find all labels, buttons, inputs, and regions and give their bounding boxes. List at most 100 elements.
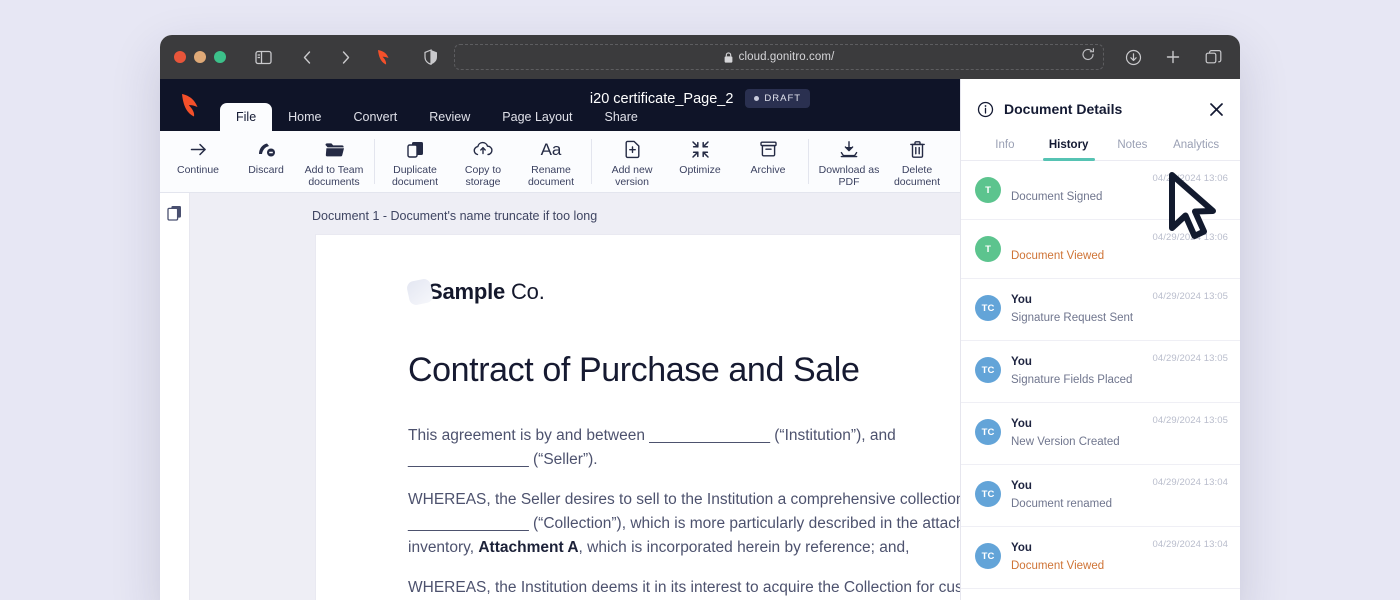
archive-icon: [759, 139, 778, 159]
tab-notes[interactable]: Notes: [1101, 131, 1165, 160]
document-logo: Sample Co.: [408, 279, 1026, 305]
pages-thumbnail-icon[interactable]: [167, 205, 182, 226]
browser-window: cloud.gonitro.com/: [160, 35, 1240, 600]
privacy-shield-icon[interactable]: [418, 44, 444, 70]
document-paragraph-5: inventory, Attachment A, which is incorp…: [408, 536, 1026, 560]
history-timestamp: 04/29/2024 13:05: [1152, 353, 1228, 364]
history-item[interactable]: T 04/29/2024 13:06 Document Signed: [961, 161, 1240, 220]
delete-document-label: Delete document: [883, 164, 951, 188]
history-item[interactable]: T 04/29/2024 13:06 Document Viewed: [961, 220, 1240, 279]
history-timestamp: 04/29/2024 13:05: [1152, 415, 1228, 426]
add-new-version-button[interactable]: Add new version: [598, 131, 666, 192]
copy-to-storage-button[interactable]: Copy to storage: [449, 131, 517, 192]
ribbon-tab-review[interactable]: Review: [413, 103, 486, 131]
close-window-button[interactable]: [174, 51, 186, 63]
forward-arrow-icon[interactable]: [332, 44, 358, 70]
history-item[interactable]: TC 04/29/2024 13:05 You New Version Crea…: [961, 403, 1240, 465]
history-action: Document Viewed: [1011, 560, 1104, 572]
maximize-window-button[interactable]: [214, 51, 226, 63]
ribbon-tab-page-layout[interactable]: Page Layout: [486, 103, 588, 131]
details-panel-header: Document Details: [961, 87, 1240, 131]
history-timestamp: 04/29/2024 13:06: [1152, 173, 1228, 184]
download-as-pdf-button[interactable]: Download as PDF: [815, 131, 883, 192]
copy-to-storage-label: Copy to storage: [449, 164, 517, 188]
toolbar-divider: [374, 139, 375, 184]
inventory-post: , which is incorporated herein by refere…: [579, 539, 910, 556]
toolbar-group-4: Download as PDF Delete document: [815, 131, 951, 192]
ribbon-tab-convert[interactable]: Convert: [338, 103, 414, 131]
archive-button[interactable]: Archive: [734, 131, 802, 192]
history-item[interactable]: TC 04/29/2024 13:04 You Document Viewed: [961, 527, 1240, 589]
history-item[interactable]: TC 04/29/2024 13:04 You Document renamed: [961, 465, 1240, 527]
rename-document-button[interactable]: Aa Rename document: [517, 131, 585, 192]
document-heading: Contract of Purchase and Sale: [408, 351, 1026, 390]
ribbon-tab-home[interactable]: Home: [272, 103, 337, 131]
history-action: Signature Request Sent: [1011, 312, 1133, 324]
toolbar-group-1: Continue Discard Add to Team do: [164, 131, 368, 192]
screenshot-root: cloud.gonitro.com/: [0, 0, 1400, 600]
download-icon[interactable]: [1120, 44, 1146, 70]
tab-label: History: [1049, 139, 1089, 151]
tab-history[interactable]: History: [1037, 131, 1101, 160]
arrow-right-icon: [189, 139, 208, 159]
status-badge: DRAFT: [745, 89, 810, 108]
add-new-version-label: Add new version: [598, 164, 666, 188]
history-action: Signature Fields Placed: [1011, 374, 1132, 386]
ribbon-tab-share[interactable]: Share: [588, 103, 653, 131]
cloud-upload-icon: [472, 139, 494, 159]
continue-label: Continue: [177, 164, 219, 176]
window-traffic-lights[interactable]: [174, 51, 226, 63]
lock-icon: [724, 52, 733, 63]
status-dot-icon: [754, 96, 759, 101]
tab-label: Analytics: [1173, 139, 1219, 151]
duplicate-document-label: Duplicate document: [381, 164, 449, 188]
delete-document-button[interactable]: Delete document: [883, 131, 951, 192]
discard-label: Discard: [248, 164, 284, 176]
toolbar-group-2: Duplicate document Copy to storage Aa: [381, 131, 585, 192]
history-timestamp: 04/29/2024 13:05: [1152, 291, 1228, 302]
document-details-panel: Document Details Info History Notes Anal…: [960, 79, 1240, 600]
optimize-button[interactable]: Optimize: [666, 131, 734, 192]
continue-button[interactable]: Continue: [164, 131, 232, 192]
history-list[interactable]: T 04/29/2024 13:06 Document Signed T 04/…: [961, 161, 1240, 600]
brand-rest: Co.: [505, 279, 545, 304]
history-action: Document Viewed: [1011, 250, 1104, 262]
back-arrow-icon[interactable]: [294, 44, 320, 70]
sample-co-wordmark: Sample Co.: [428, 279, 545, 305]
nitro-logo-icon[interactable]: [160, 79, 220, 131]
nitro-favicon[interactable]: [370, 44, 396, 70]
add-to-team-documents-button[interactable]: Add to Team documents: [300, 131, 368, 192]
optimize-label: Optimize: [679, 164, 720, 176]
sidebar-toggle-icon[interactable]: [250, 44, 276, 70]
tab-analytics[interactable]: Analytics: [1164, 131, 1228, 160]
discard-button[interactable]: Discard: [232, 131, 300, 192]
history-item[interactable]: TC 04/29/2024 13:04 You Document Uploade…: [961, 589, 1240, 600]
document-paragraph-3: WHEREAS, the Seller desires to sell to t…: [408, 488, 1026, 512]
history-action: Document Signed: [1011, 191, 1102, 203]
brand-bold: Sample: [428, 279, 505, 304]
optimize-icon: [691, 139, 710, 159]
history-item[interactable]: TC 04/29/2024 13:05 You Signature Fields…: [961, 341, 1240, 403]
ribbon-tab-label: Share: [604, 110, 637, 124]
folder-icon: [324, 139, 345, 159]
add-to-team-documents-label: Add to Team documents: [300, 164, 368, 188]
avatar: T: [975, 177, 1001, 203]
duplicate-document-button[interactable]: Duplicate document: [381, 131, 449, 192]
details-tab-list: Info History Notes Analytics: [961, 131, 1240, 161]
close-icon[interactable]: [1209, 102, 1224, 117]
toolbar-divider: [808, 139, 809, 184]
avatar: TC: [975, 295, 1001, 321]
reload-icon[interactable]: [1081, 48, 1095, 67]
ribbon-tab-file[interactable]: File: [220, 103, 272, 131]
url-text-wrap: cloud.gonitro.com/: [724, 51, 835, 63]
tab-label: Notes: [1117, 139, 1147, 151]
minimize-window-button[interactable]: [194, 51, 206, 63]
tab-info[interactable]: Info: [973, 131, 1037, 160]
plus-icon[interactable]: [1160, 44, 1186, 70]
inventory-pre: inventory,: [408, 539, 478, 556]
history-item[interactable]: TC 04/29/2024 13:05 You Signature Reques…: [961, 279, 1240, 341]
tab-overview-icon[interactable]: [1200, 44, 1226, 70]
history-action: New Version Created: [1011, 436, 1120, 448]
document-paragraph-6: WHEREAS, the Institution deems it in its…: [408, 576, 1026, 600]
url-input[interactable]: cloud.gonitro.com/: [454, 44, 1104, 70]
